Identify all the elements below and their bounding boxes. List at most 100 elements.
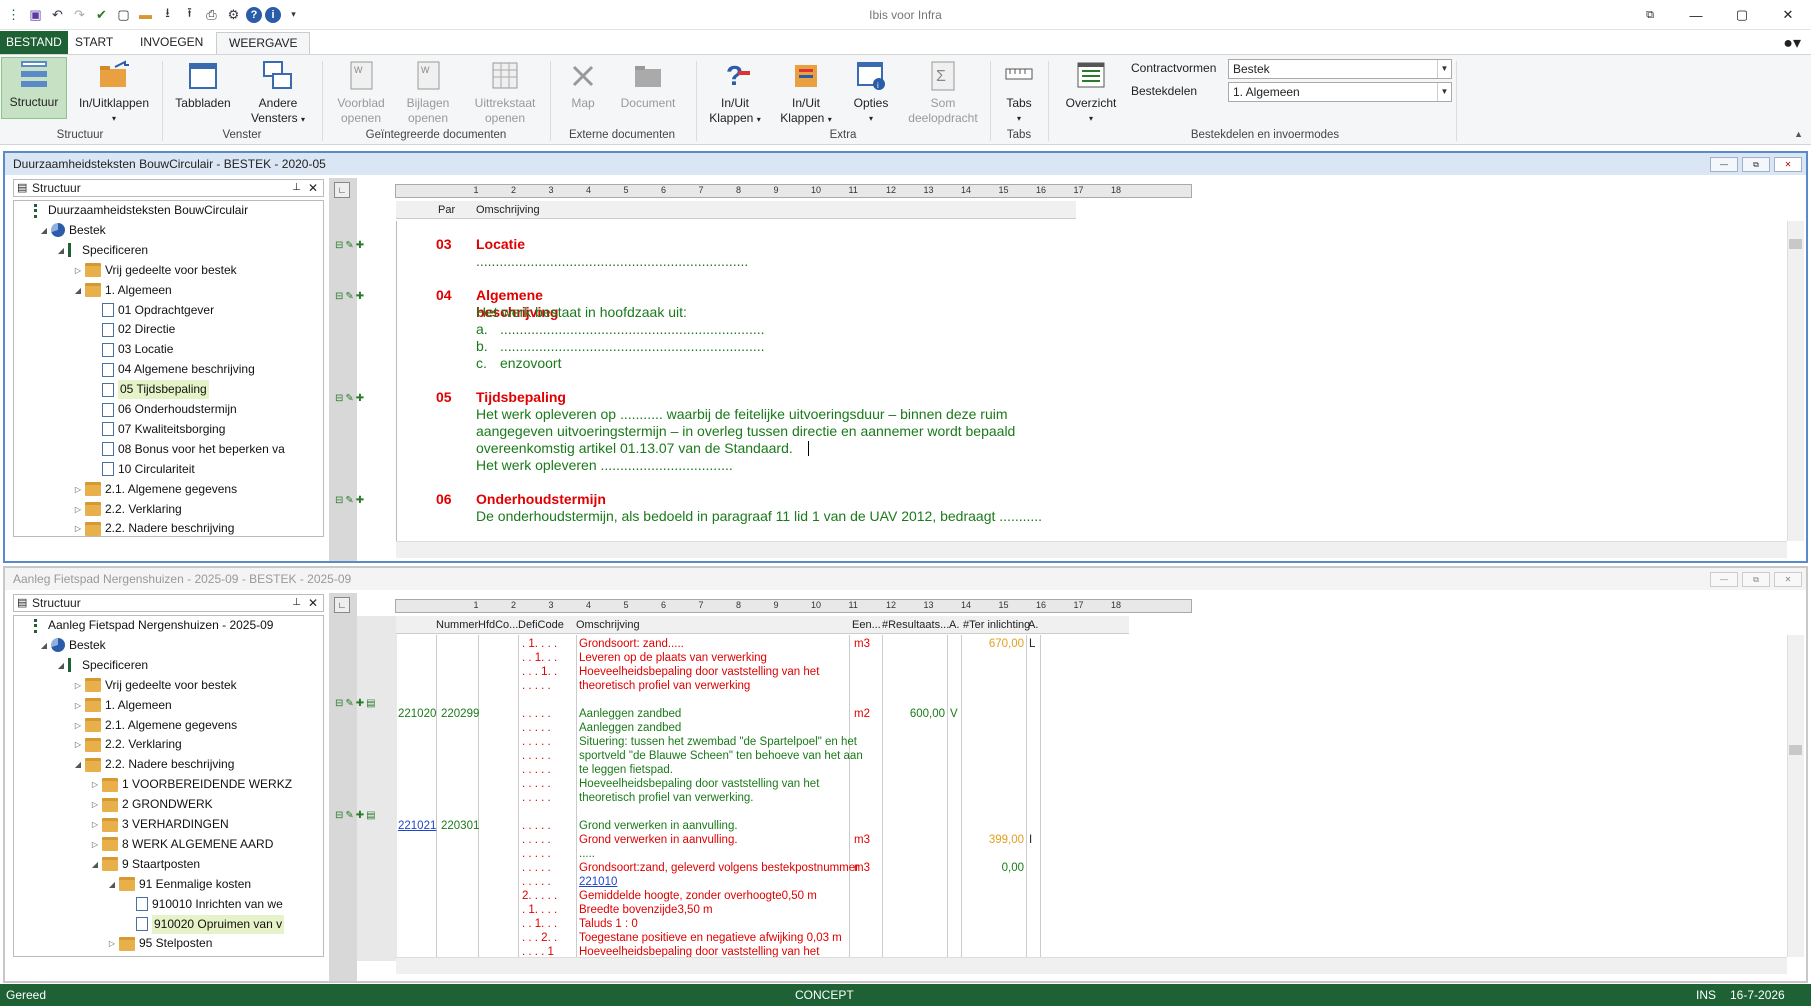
collapse-arrow-icon[interactable]: ◢ — [54, 656, 68, 675]
tree-item[interactable]: ▷ 3 VERHARDINGEN — [88, 815, 229, 834]
tree-item[interactable]: ◢ 91 Eenmalige kosten — [105, 875, 251, 894]
paragraph-tools-04[interactable]: ⊟ ✎ ✚ — [335, 291, 364, 302]
collapse-ribbon-icon[interactable]: ▲ — [1794, 129, 1803, 139]
account-icon[interactable]: ●▾ — [1783, 33, 1801, 53]
voorblad-openen-button[interactable]: W Voorblad openen — [330, 59, 392, 126]
inuit-klappen-button-1[interactable]: ? In/Uit Klappen ▾ — [704, 59, 766, 127]
paragraph-tools-03[interactable]: ⊟ ✎ ✚ — [335, 240, 364, 251]
col-header[interactable]: HfdCo... — [478, 616, 518, 634]
inuit-klappen-button-2[interactable]: In/Uit Klappen ▾ — [775, 59, 837, 127]
tab-weergave[interactable]: WEERGAVE — [216, 32, 311, 54]
structuur-button[interactable]: Structuur — [1, 57, 67, 119]
grid-vertical-scrollbar[interactable] — [1787, 635, 1804, 957]
pin-icon[interactable]: ⊥ — [292, 180, 301, 196]
tree-item[interactable]: ▷ 2.2. Nadere beschrijving — [71, 519, 234, 536]
scroll-thumb[interactable] — [1789, 745, 1802, 755]
col-par[interactable]: Par — [438, 201, 455, 219]
overzicht-button[interactable]: Overzicht ▾ — [1058, 59, 1124, 126]
tree-item[interactable]: 04 Algemene beschrijving — [88, 360, 255, 379]
col-header[interactable]: A. — [1028, 616, 1038, 634]
window2-minimize-button[interactable]: — — [1710, 572, 1738, 587]
editor-horizontal-scrollbar[interactable] — [396, 541, 1787, 558]
collapse-arrow-icon[interactable]: ◢ — [37, 636, 51, 655]
collapse-arrow-icon[interactable]: ◢ — [71, 755, 85, 774]
tree-item[interactable]: 08 Bonus voor het beperken va — [88, 440, 285, 459]
window2-restore-button[interactable]: ⧉ — [1742, 572, 1770, 587]
opties-button[interactable]: i Opties ▾ — [845, 59, 897, 126]
expand-arrow-icon[interactable]: ▷ — [88, 835, 102, 854]
bijlagen-openen-button[interactable]: W Bijlagen openen — [397, 59, 459, 126]
editor-vertical-scrollbar[interactable] — [1787, 221, 1804, 541]
col-header[interactable]: #Resultaats... — [882, 616, 949, 634]
maximize-button[interactable]: ▢ — [1719, 0, 1765, 30]
tree-item[interactable]: ◢ Bestek — [37, 221, 106, 240]
col-header[interactable]: A. — [949, 616, 959, 634]
tree-item[interactable]: ▷ Vrij gedeelte voor bestek — [71, 676, 237, 695]
cell-nummer[interactable]: 221021 — [398, 819, 436, 833]
tab-stop-selector[interactable]: ∟ — [334, 597, 350, 613]
tree-item[interactable]: Duurzaamheidsteksten BouwCirculair — [20, 201, 248, 220]
expand-arrow-icon[interactable]: ▷ — [71, 500, 85, 519]
close-panel-icon[interactable]: ✕ — [308, 595, 318, 611]
expand-arrow-icon[interactable]: ▷ — [71, 716, 85, 735]
tree-item[interactable]: Aanleg Fietspad Nergenshuizen - 2025-09 — [20, 616, 273, 635]
expand-arrow-icon[interactable]: ▷ — [71, 480, 85, 499]
paragraph-tools-05[interactable]: ⊟ ✎ ✚ — [335, 393, 364, 404]
tabbladen-button[interactable]: Tabbladen — [170, 59, 236, 111]
grid-horizontal-scrollbar[interactable] — [396, 957, 1787, 974]
collapse-arrow-icon[interactable]: ◢ — [71, 281, 85, 300]
tree-item[interactable]: ◢ Specificeren — [54, 656, 148, 675]
cell-omschrijving[interactable]: 221010 — [579, 875, 617, 889]
contractvormen-select[interactable]: Bestek ▼ — [1228, 59, 1452, 79]
collapse-arrow-icon[interactable]: ◢ — [88, 855, 102, 874]
tree-item[interactable]: 10 Circulariteit — [88, 460, 195, 479]
expand-arrow-icon[interactable]: ▷ — [105, 934, 119, 953]
tree-item[interactable]: ◢ Bestek — [37, 636, 106, 655]
tree-item[interactable]: ◢ 1. Algemeen — [71, 281, 172, 300]
col-omschrijving[interactable]: Omschrijving — [476, 201, 540, 219]
expand-arrow-icon[interactable]: ▷ — [71, 735, 85, 754]
expand-arrow-icon[interactable]: ▷ — [88, 815, 102, 834]
tree-item[interactable]: ▷ Vrij gedeelte voor bestek — [71, 261, 237, 280]
collapse-arrow-icon[interactable]: ◢ — [105, 875, 119, 894]
tree-item[interactable]: ▷ 2.1. Algemene gegevens — [71, 716, 237, 735]
tree-item[interactable]: 05 Tijdsbepaling — [88, 380, 209, 400]
tree-item[interactable]: ▷ 2 GRONDWERK — [88, 795, 213, 814]
tab-invoegen[interactable]: INVOEGEN — [128, 32, 215, 54]
restore-ribbon-icon[interactable]: ⧉ — [1627, 0, 1673, 30]
close-button[interactable]: ✕ — [1765, 0, 1811, 30]
expand-arrow-icon[interactable]: ▷ — [71, 696, 85, 715]
close-panel-icon[interactable]: ✕ — [308, 180, 318, 196]
tree-item[interactable]: 06 Onderhoudstermijn — [88, 400, 237, 419]
tree-item[interactable]: 03 Locatie — [88, 340, 173, 359]
tree-item[interactable]: ◢ 2.2. Nadere beschrijving — [71, 755, 234, 774]
text-editor[interactable]: 03 Locatie .............................… — [396, 221, 1791, 541]
expand-arrow-icon[interactable]: ▷ — [88, 775, 102, 794]
document-button[interactable]: Document — [613, 59, 683, 111]
bestekdelen-select[interactable]: 1. Algemeen ▼ — [1228, 82, 1452, 102]
tree-item[interactable]: 910020 Opruimen van v — [122, 914, 285, 934]
tree-item[interactable]: ▷ 1. Algemeen — [71, 696, 172, 715]
row-tools-221021[interactable]: ⊟ ✎ ✚ ▤ — [335, 810, 376, 821]
uittrekstaat-openen-button[interactable]: Uittrekstaat openen — [470, 59, 540, 126]
col-header[interactable]: Omschrijving — [576, 616, 640, 634]
tab-start[interactable]: START — [63, 32, 125, 54]
col-header[interactable]: Nummer — [436, 616, 478, 634]
tree-item[interactable]: 01 Opdrachtgever — [88, 301, 214, 320]
col-header[interactable]: DefiCode — [518, 616, 564, 634]
window1-minimize-button[interactable]: — — [1710, 157, 1738, 172]
window2-close-button[interactable]: ✕ — [1774, 572, 1802, 587]
horizontal-ruler[interactable]: 1 2 3 4 5 6 7 8 9 10 11 12 13 14 15 16 17 18 — [395, 599, 1192, 613]
bestek-grid[interactable]: . 1. . . . Grondsoort: zand..... m3 670,00 L… — [396, 635, 1787, 957]
inuitklappen-button[interactable]: In/Uitklappen ▾ — [74, 59, 154, 126]
andere-vensters-button[interactable]: Andere Vensters ▾ — [243, 59, 313, 127]
expand-arrow-icon[interactable]: ▷ — [71, 519, 85, 536]
minimize-button[interactable]: — — [1673, 0, 1719, 30]
tab-bestand[interactable]: BESTAND — [0, 31, 68, 54]
pin-icon[interactable]: ⊥ — [292, 595, 301, 611]
tree-item[interactable]: ▷ 2.2. Verklaring — [71, 735, 182, 754]
tab-stop-selector[interactable]: ∟ — [334, 182, 350, 198]
collapse-arrow-icon[interactable]: ◢ — [54, 241, 68, 260]
tree-item[interactable]: 07 Kwaliteitsborging — [88, 420, 225, 439]
tree-item[interactable]: ▷ 2.1. Algemene gegevens — [71, 480, 237, 499]
